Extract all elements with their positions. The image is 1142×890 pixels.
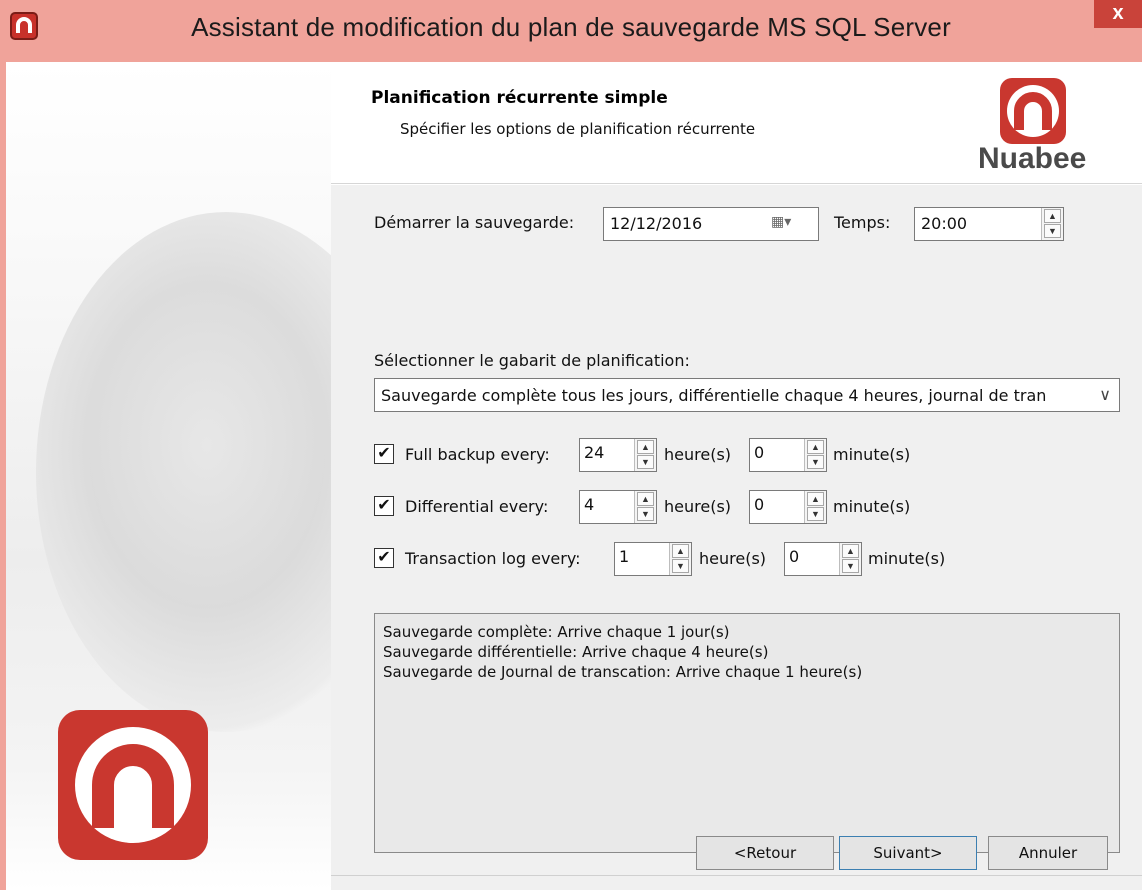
transaction-log-minutes-value: 0 xyxy=(789,547,800,566)
differential-label: Differential every: xyxy=(405,497,549,516)
side-panel xyxy=(6,62,331,890)
chevron-down-icon[interactable]: ▼ xyxy=(1044,224,1061,238)
schedule-summary-box: Sauvegarde complète: Arrive chaque 1 jou… xyxy=(374,613,1120,853)
brand-name: Nuabee xyxy=(978,142,1087,175)
wizard-header: Planification récurrente simple Spécifie… xyxy=(331,62,1142,184)
differential-hours-spinner[interactable]: ▲ ▼ xyxy=(634,491,656,523)
chevron-down-icon[interactable]: ▼ xyxy=(672,559,689,573)
full-backup-minutes-unit: minute(s) xyxy=(833,445,911,464)
back-button[interactable]: <Retour xyxy=(696,836,834,870)
start-time-value: 20:00 xyxy=(921,214,968,233)
chevron-down-icon[interactable]: ▼ xyxy=(807,507,824,521)
template-select[interactable]: Sauvegarde complète tous les jours, diff… xyxy=(374,378,1120,412)
full-backup-checkbox[interactable]: ✔ xyxy=(374,444,394,464)
start-backup-label: Démarrer la sauvegarde: xyxy=(374,213,575,232)
transaction-log-label: Transaction log every: xyxy=(405,549,581,568)
chevron-down-icon[interactable]: ▼ xyxy=(807,455,824,469)
wizard-client-area: Planification récurrente simple Spécifie… xyxy=(6,62,1142,890)
differential-minutes-spinner[interactable]: ▲ ▼ xyxy=(804,491,826,523)
chevron-up-icon[interactable]: ▲ xyxy=(842,544,859,558)
summary-line: Sauvegarde complète: Arrive chaque 1 jou… xyxy=(383,623,730,641)
chevron-up-icon[interactable]: ▲ xyxy=(672,544,689,558)
differential-hours-value: 4 xyxy=(584,495,595,514)
transaction-log-hours-value: 1 xyxy=(619,547,630,566)
globe-watermark-image xyxy=(36,212,331,732)
transaction-log-minutes-spinner[interactable]: ▲ ▼ xyxy=(839,543,861,575)
differential-checkbox[interactable]: ✔ xyxy=(374,496,394,516)
differential-minutes-value: 0 xyxy=(754,495,765,514)
summary-line: Sauvegarde de Journal de transcation: Ar… xyxy=(383,663,863,681)
brand-logo: Nuabee xyxy=(978,78,1088,178)
footer-divider xyxy=(331,875,1142,876)
full-backup-hours-spinner[interactable]: ▲ ▼ xyxy=(634,439,656,471)
full-backup-label: Full backup every: xyxy=(405,445,550,464)
main-content: Démarrer la sauvegarde: 12/12/2016 ▦▾ Te… xyxy=(331,185,1142,890)
nuabee-logo-icon xyxy=(1000,78,1066,144)
cancel-button[interactable]: Annuler xyxy=(988,836,1108,870)
chevron-up-icon[interactable]: ▲ xyxy=(807,440,824,454)
full-backup-hours-unit: heure(s) xyxy=(664,445,732,464)
page-title: Planification récurrente simple xyxy=(371,88,668,108)
time-spinner[interactable]: ▲ ▼ xyxy=(1041,208,1063,240)
chevron-up-icon[interactable]: ▲ xyxy=(807,492,824,506)
transaction-log-checkbox[interactable]: ✔ xyxy=(374,548,394,568)
chevron-up-icon[interactable]: ▲ xyxy=(637,440,654,454)
page-subtitle: Spécifier les options de planification r… xyxy=(400,120,756,138)
next-button[interactable]: Suivant> xyxy=(839,836,977,870)
calendar-icon[interactable]: ▦▾ xyxy=(771,213,799,235)
template-label: Sélectionner le gabarit de planification… xyxy=(374,351,690,370)
chevron-down-icon: ∨ xyxy=(1099,385,1111,404)
chevron-down-icon[interactable]: ▼ xyxy=(842,559,859,573)
close-button[interactable]: x xyxy=(1094,0,1142,28)
wizard-window: Assistant de modification du plan de sau… xyxy=(0,0,1142,890)
summary-line: Sauvegarde différentielle: Arrive chaque… xyxy=(383,643,769,661)
full-backup-minutes-spinner[interactable]: ▲ ▼ xyxy=(804,439,826,471)
differential-minutes-unit: minute(s) xyxy=(833,497,911,516)
chevron-up-icon[interactable]: ▲ xyxy=(1044,209,1061,223)
start-date-value: 12/12/2016 xyxy=(610,214,703,233)
full-backup-minutes-value: 0 xyxy=(754,443,765,462)
title-bar: Assistant de modification du plan de sau… xyxy=(0,0,1142,62)
time-label: Temps: xyxy=(834,213,891,232)
chevron-up-icon[interactable]: ▲ xyxy=(637,492,654,506)
chevron-down-icon[interactable]: ▼ xyxy=(637,455,654,469)
chevron-down-icon[interactable]: ▼ xyxy=(637,507,654,521)
window-title: Assistant de modification du plan de sau… xyxy=(191,12,951,42)
differential-hours-unit: heure(s) xyxy=(664,497,732,516)
full-backup-hours-value: 24 xyxy=(584,443,605,462)
template-selected-value: Sauvegarde complète tous les jours, diff… xyxy=(381,386,1047,405)
transaction-log-hours-spinner[interactable]: ▲ ▼ xyxy=(669,543,691,575)
transaction-log-hours-unit: heure(s) xyxy=(699,549,767,568)
transaction-log-minutes-unit: minute(s) xyxy=(868,549,946,568)
nuabee-logo-icon xyxy=(58,710,208,860)
